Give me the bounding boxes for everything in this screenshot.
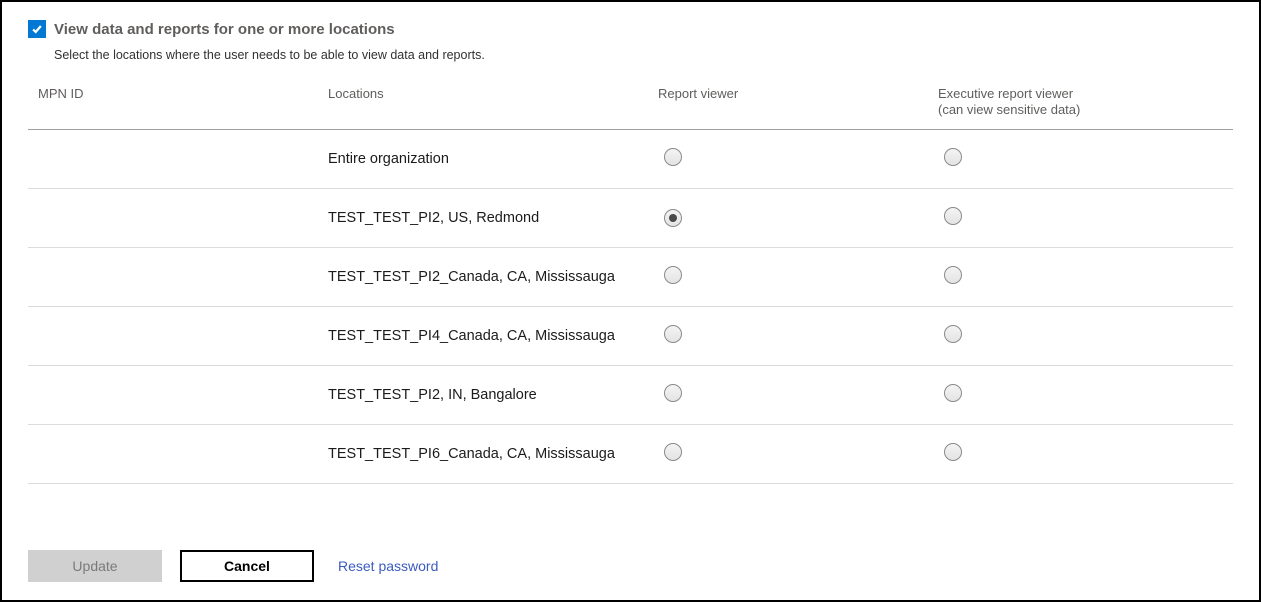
table-row: TEST_TEST_PI2, US, Redmond bbox=[28, 189, 1233, 248]
permission-title: View data and reports for one or more lo… bbox=[54, 21, 395, 38]
col-exec-viewer-line1: Executive report viewer bbox=[938, 86, 1073, 101]
permission-description: Select the locations where the user need… bbox=[54, 48, 1233, 62]
cell-location: Entire organization bbox=[328, 151, 658, 167]
exec-viewer-radio[interactable] bbox=[944, 148, 962, 166]
table-row: TEST_TEST_PI4_Canada, CA, Mississauga bbox=[28, 307, 1233, 366]
permission-checkbox[interactable] bbox=[28, 20, 46, 38]
cancel-button[interactable]: Cancel bbox=[180, 550, 314, 582]
permissions-panel: View data and reports for one or more lo… bbox=[0, 0, 1261, 602]
cell-exec-viewer bbox=[938, 266, 1233, 288]
cell-report-viewer bbox=[658, 148, 938, 170]
col-exec-viewer: Executive report viewer (can view sensit… bbox=[938, 86, 1233, 119]
cell-exec-viewer bbox=[938, 443, 1233, 465]
report-viewer-radio[interactable] bbox=[664, 443, 682, 461]
cell-report-viewer bbox=[658, 266, 938, 288]
cell-location: TEST_TEST_PI2, IN, Bangalore bbox=[328, 387, 658, 403]
table-row: TEST_TEST_PI6_Canada, CA, Mississauga bbox=[28, 425, 1233, 484]
cell-location: TEST_TEST_PI2_Canada, CA, Mississauga bbox=[328, 269, 658, 285]
col-exec-viewer-line2: (can view sensitive data) bbox=[938, 102, 1080, 117]
cell-report-viewer bbox=[658, 325, 938, 347]
report-viewer-radio[interactable] bbox=[664, 325, 682, 343]
report-viewer-radio[interactable] bbox=[664, 384, 682, 402]
col-locations: Locations bbox=[328, 86, 658, 119]
table-row: TEST_TEST_PI2, IN, Bangalore bbox=[28, 366, 1233, 425]
col-mpn-id: MPN ID bbox=[38, 86, 328, 119]
table-header-row: MPN ID Locations Report viewer Executive… bbox=[28, 76, 1233, 130]
cell-exec-viewer bbox=[938, 148, 1233, 170]
exec-viewer-radio[interactable] bbox=[944, 443, 962, 461]
reset-password-link[interactable]: Reset password bbox=[338, 558, 438, 574]
col-report-viewer: Report viewer bbox=[658, 86, 938, 119]
exec-viewer-radio[interactable] bbox=[944, 207, 962, 225]
cell-location: TEST_TEST_PI4_Canada, CA, Mississauga bbox=[328, 328, 658, 344]
table-row: Entire organization bbox=[28, 130, 1233, 189]
report-viewer-radio[interactable] bbox=[664, 209, 682, 227]
report-viewer-radio[interactable] bbox=[664, 266, 682, 284]
update-button[interactable]: Update bbox=[28, 550, 162, 582]
footer-actions: Update Cancel Reset password bbox=[28, 550, 438, 582]
exec-viewer-radio[interactable] bbox=[944, 325, 962, 343]
cell-report-viewer bbox=[658, 209, 938, 227]
check-icon bbox=[31, 23, 43, 35]
cell-location: TEST_TEST_PI6_Canada, CA, Mississauga bbox=[328, 446, 658, 462]
cell-exec-viewer bbox=[938, 384, 1233, 406]
report-viewer-radio[interactable] bbox=[664, 148, 682, 166]
cell-report-viewer bbox=[658, 443, 938, 465]
exec-viewer-radio[interactable] bbox=[944, 266, 962, 284]
permission-header: View data and reports for one or more lo… bbox=[28, 20, 1233, 38]
cell-report-viewer bbox=[658, 384, 938, 406]
cell-location: TEST_TEST_PI2, US, Redmond bbox=[328, 210, 658, 226]
cell-exec-viewer bbox=[938, 207, 1233, 229]
exec-viewer-radio[interactable] bbox=[944, 384, 962, 402]
table-row: TEST_TEST_PI2_Canada, CA, Mississauga bbox=[28, 248, 1233, 307]
cell-exec-viewer bbox=[938, 325, 1233, 347]
locations-table: MPN ID Locations Report viewer Executive… bbox=[28, 76, 1233, 484]
